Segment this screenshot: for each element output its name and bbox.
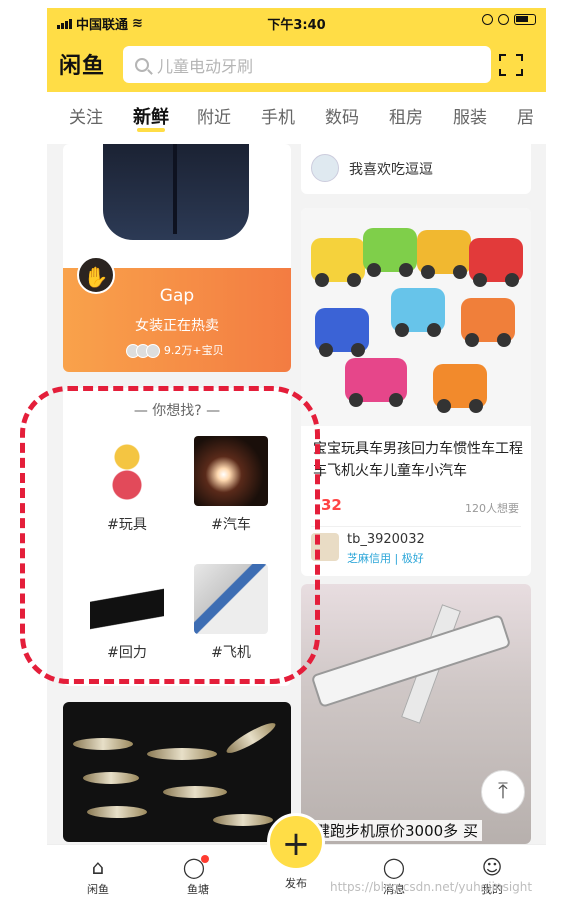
toy-cars-card[interactable]: 宝宝玩具车男孩回力车惯性车工程车飞机火车儿童车小汽车 32 120人想要 tb_… <box>301 208 531 576</box>
tab-fresh[interactable]: 新鲜 <box>133 92 197 144</box>
nav-label: 闲鱼 <box>87 883 109 896</box>
tab-digital[interactable]: 数码 <box>325 92 389 144</box>
status-right <box>482 14 536 25</box>
nav-label: 鱼塘 <box>187 883 209 896</box>
search-icon <box>135 57 149 72</box>
seller-info[interactable]: tb_3920032 芝麻信用 | 极好 <box>311 526 521 568</box>
jacket-image <box>103 144 249 240</box>
avatar <box>146 344 161 358</box>
pins-feed-card[interactable] <box>63 702 291 842</box>
user-strip-card[interactable]: 我喜欢吃逗逗 <box>301 144 531 194</box>
search-placeholder: 儿童电动牙刷 <box>157 56 254 76</box>
watermark: https://blog.csdn.net/yuhqiinsight <box>330 880 533 894</box>
listing-title: 健跑步机原价3000多 买 <box>311 820 482 841</box>
toy-car <box>469 238 523 287</box>
user-icon: ☺ <box>481 855 503 879</box>
sneaker-image <box>90 564 164 634</box>
phone-screen: 下午3:40 中国联通 ≋ 闲鱼 儿童电动牙刷 关注 新鲜 附近 手机 数码 租… <box>47 8 546 908</box>
nav-label: 发布 <box>285 877 307 890</box>
tab-home[interactable]: 居 <box>517 92 546 144</box>
gap-feed-card[interactable]: ✋ Gap 女装正在热卖 9.2万+宝贝 <box>63 144 291 372</box>
rotation-lock-icon <box>482 14 493 25</box>
header: 下午3:40 中国联通 ≋ 闲鱼 儿童电动牙刷 <box>47 8 546 92</box>
app-logo[interactable]: 闲鱼 <box>59 48 105 80</box>
status-left: 中国联通 ≋ <box>57 14 143 33</box>
toy-car <box>315 308 369 357</box>
plus-icon[interactable]: + <box>267 813 325 871</box>
nav-fishpond[interactable]: ◯ 鱼塘 <box>163 853 233 897</box>
toy-image <box>90 436 164 506</box>
battery-icon <box>514 14 536 25</box>
avatar <box>311 154 339 182</box>
listing-title: 宝宝玩具车男孩回力车惯性车工程车飞机火车儿童车小汽车 <box>313 441 523 479</box>
toy-car <box>461 298 515 347</box>
credit-badge: 芝麻信用 | 极好 <box>347 552 424 565</box>
back-to-top-button[interactable]: ⤒ <box>481 770 525 814</box>
tab-rental[interactable]: 租房 <box>389 92 453 144</box>
notification-dot <box>201 855 210 863</box>
nav-publish[interactable]: + 发布 <box>261 813 331 891</box>
wish-item-cars[interactable]: #汽车 <box>181 436 281 534</box>
wish-item-toys[interactable]: #玩具 <box>77 436 177 534</box>
car-image <box>194 436 268 506</box>
gap-count-text: 9.2万+宝贝 <box>163 344 224 357</box>
wish-item-planes[interactable]: #飞机 <box>181 564 281 662</box>
pin-image <box>147 748 217 760</box>
tab-nearby[interactable]: 附近 <box>197 92 261 144</box>
fishpond-icon: ◯ <box>163 853 233 881</box>
pin-image <box>163 786 227 798</box>
tab-follow[interactable]: 关注 <box>69 92 133 144</box>
wish-item-warrior[interactable]: #回力 <box>77 564 177 662</box>
toy-car <box>311 238 365 287</box>
gap-title: Gap <box>159 286 195 306</box>
wish-title: — 你想找? — <box>133 403 221 419</box>
want-count: 120人想要 <box>465 502 519 515</box>
tab-clothing[interactable]: 服装 <box>453 92 517 144</box>
bottom-nav: ⌂ 闲鱼 ◯ 鱼塘 + 发布 ◯ 消息 ☺ 我的 <box>47 813 546 908</box>
toy-car <box>363 228 417 277</box>
tab-phones[interactable]: 手机 <box>261 92 325 144</box>
wifi-icon: ≋ <box>132 16 143 31</box>
plane-model-image <box>194 564 268 634</box>
avatar <box>311 533 339 561</box>
seller-name: tb_3920032 <box>347 532 425 547</box>
home-icon: ⌂ <box>91 855 105 879</box>
pin-image <box>87 806 147 818</box>
search-input[interactable]: 儿童电动牙刷 <box>123 46 491 83</box>
pin-image <box>73 738 133 750</box>
pin-image <box>83 772 139 784</box>
wish-label: #汽车 <box>211 517 251 533</box>
carrier-label: 中国联通 <box>76 18 129 33</box>
nav-home[interactable]: ⌂ 闲鱼 <box>63 853 133 897</box>
gap-item-count: 9.2万+宝贝 <box>63 342 291 358</box>
toy-car <box>417 230 471 279</box>
category-tabs: 关注 新鲜 附近 手机 数码 租房 服装 居 <box>47 92 546 144</box>
pin-image <box>223 718 279 758</box>
gap-subtitle: 女装正在热卖 <box>135 318 219 334</box>
message-icon: ◯ <box>382 855 406 879</box>
wish-to-find-card: — 你想找? — #玩具 #汽车 #回力 #飞机 <box>63 388 291 686</box>
user-name: 我喜欢吃逗逗 <box>349 162 433 178</box>
toy-car <box>433 364 487 413</box>
wish-label: #玩具 <box>107 517 147 533</box>
signal-icon <box>57 18 72 29</box>
scan-icon[interactable] <box>499 54 523 76</box>
wish-label: #飞机 <box>211 645 251 661</box>
toy-cars-image <box>301 208 531 426</box>
toy-car <box>391 288 445 337</box>
toy-car <box>345 358 407 407</box>
wish-label: #回力 <box>107 645 147 661</box>
listing-price: 32 <box>321 496 342 514</box>
alarm-icon <box>498 14 509 25</box>
